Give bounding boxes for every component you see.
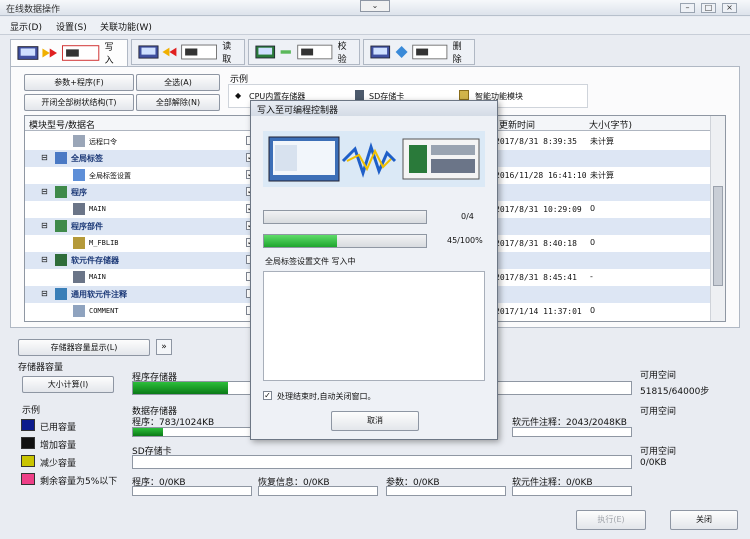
log-area[interactable] — [263, 271, 485, 381]
expand-chevron-icon[interactable]: » — [156, 339, 172, 355]
main-program-icon — [73, 203, 85, 215]
read-icon — [138, 44, 217, 60]
fb-library-icon — [73, 237, 85, 249]
device-memory-icon — [55, 254, 67, 266]
sd-param-bar — [386, 486, 506, 496]
maximize-icon[interactable]: □ — [701, 3, 716, 13]
open-all-tree-button[interactable]: 开闭全部树状结构(T) — [24, 94, 134, 111]
menu-display[interactable]: 显示(D) — [10, 20, 42, 33]
global-label-icon — [55, 152, 67, 164]
sd-card-bar — [132, 455, 632, 469]
remote-password-icon — [73, 135, 85, 147]
col-header-size[interactable]: 大小(字节) — [585, 116, 711, 131]
used-capacity-swatch — [21, 419, 35, 431]
tab-verify-label: 校验 — [337, 42, 347, 65]
menu-related[interactable]: 关联功能(W) — [100, 20, 152, 33]
tab-delete-label: 删除 — [452, 42, 462, 65]
menu-bar: 显示(D) 设置(S) 关联功能(W) — [0, 17, 750, 35]
legend-bottom-label: 示例 — [22, 406, 41, 416]
write-progress-dialog: 写入至可编程控制器 0/4 45/100% 全局标签设置文件 写入中 ✓ 处理结… — [250, 100, 498, 440]
collapse-button[interactable]: ⌄ — [360, 0, 390, 12]
capacity-title: 存储器容量 — [18, 363, 64, 373]
sd-free-value: 0/0KB — [640, 458, 667, 468]
device-comment-bar — [512, 427, 632, 437]
minimize-icon[interactable]: – — [680, 3, 695, 13]
collapse-icon[interactable]: ⊟ — [41, 221, 48, 230]
program-icon — [55, 186, 67, 198]
sd-card-icon — [355, 90, 364, 100]
auto-close-checkbox[interactable]: ✓ — [263, 391, 272, 400]
tab-read[interactable]: 读取 — [131, 39, 245, 65]
overall-progress-text: 0/4 — [461, 212, 474, 221]
dialog-title: 写入至可编程控制器 — [251, 101, 497, 116]
free-space-label: 可用空间 — [640, 371, 677, 381]
select-all-button[interactable]: 全选(A) — [136, 74, 220, 91]
collapse-icon[interactable]: ⊟ — [41, 255, 48, 264]
collapse-icon[interactable]: ⊟ — [41, 187, 48, 196]
calc-size-button[interactable]: 大小计算(I) — [22, 376, 114, 393]
close-button[interactable]: 关闭 — [670, 510, 738, 530]
capacity-display-button[interactable]: 存储器容量显示(L) — [18, 339, 150, 356]
tab-read-label: 读取 — [222, 42, 232, 65]
free-space3-label: 可用空间 — [640, 447, 677, 457]
sd-restore-bar — [258, 486, 378, 496]
file-progress-fill — [264, 235, 337, 247]
param-program-button[interactable]: 参数+程序(F) — [24, 74, 134, 91]
deselect-all-button[interactable]: 全部解除(N) — [136, 94, 220, 111]
auto-close-label: 处理结束时,自动关闭窗口。 — [277, 392, 376, 401]
delete-icon — [370, 44, 448, 60]
transfer-illustration-icon — [263, 131, 485, 187]
label-settings-icon — [73, 169, 85, 181]
scrollbar-thumb[interactable] — [713, 186, 723, 286]
cpu-memory-icon: ◆ — [235, 91, 242, 100]
tab-bar: 写入 读取 校验 删除 — [10, 39, 740, 67]
collapse-icon[interactable]: ⊟ — [41, 153, 48, 162]
tab-verify[interactable]: 校验 — [248, 39, 360, 65]
tab-delete[interactable]: 删除 — [363, 39, 475, 65]
tab-write[interactable]: 写入 — [10, 39, 128, 67]
col-header-time[interactable]: 更新时间 — [495, 116, 585, 131]
intelligent-module-icon — [459, 90, 469, 100]
increase-capacity-swatch — [21, 437, 35, 449]
sd-program-bar — [132, 486, 252, 496]
program-parts-icon — [55, 220, 67, 232]
status-text: 全局标签设置文件 写入中 — [265, 257, 356, 266]
decrease-capacity-swatch — [21, 455, 35, 467]
collapse-icon[interactable]: ⊟ — [41, 289, 48, 298]
verify-icon — [255, 44, 333, 60]
close-icon[interactable]: × — [722, 3, 737, 13]
data-program-bar — [132, 427, 252, 437]
table-scrollbar[interactable] — [710, 116, 725, 321]
file-progress-bar — [263, 234, 427, 248]
device-main-icon — [73, 271, 85, 283]
execute-button[interactable]: 执行(E) — [576, 510, 646, 530]
free-space2-label: 可用空间 — [640, 407, 677, 417]
write-icon — [17, 45, 100, 61]
overall-progress-bar — [263, 210, 427, 224]
sd-comment-bar — [512, 486, 632, 496]
file-progress-text: 45/100% — [447, 236, 483, 245]
free-space-value: 51815/64000步 — [640, 387, 710, 397]
title-bar: 在线数据操作 ⌄ – □ × — [0, 0, 750, 16]
window-title: 在线数据操作 — [6, 5, 61, 15]
comment-icon — [73, 305, 85, 317]
tab-write-label: 写入 — [104, 43, 114, 66]
cancel-button[interactable]: 取消 — [331, 411, 419, 431]
low-capacity-swatch — [21, 473, 35, 485]
device-comment-icon — [55, 288, 67, 300]
menu-settings[interactable]: 设置(S) — [56, 20, 87, 33]
